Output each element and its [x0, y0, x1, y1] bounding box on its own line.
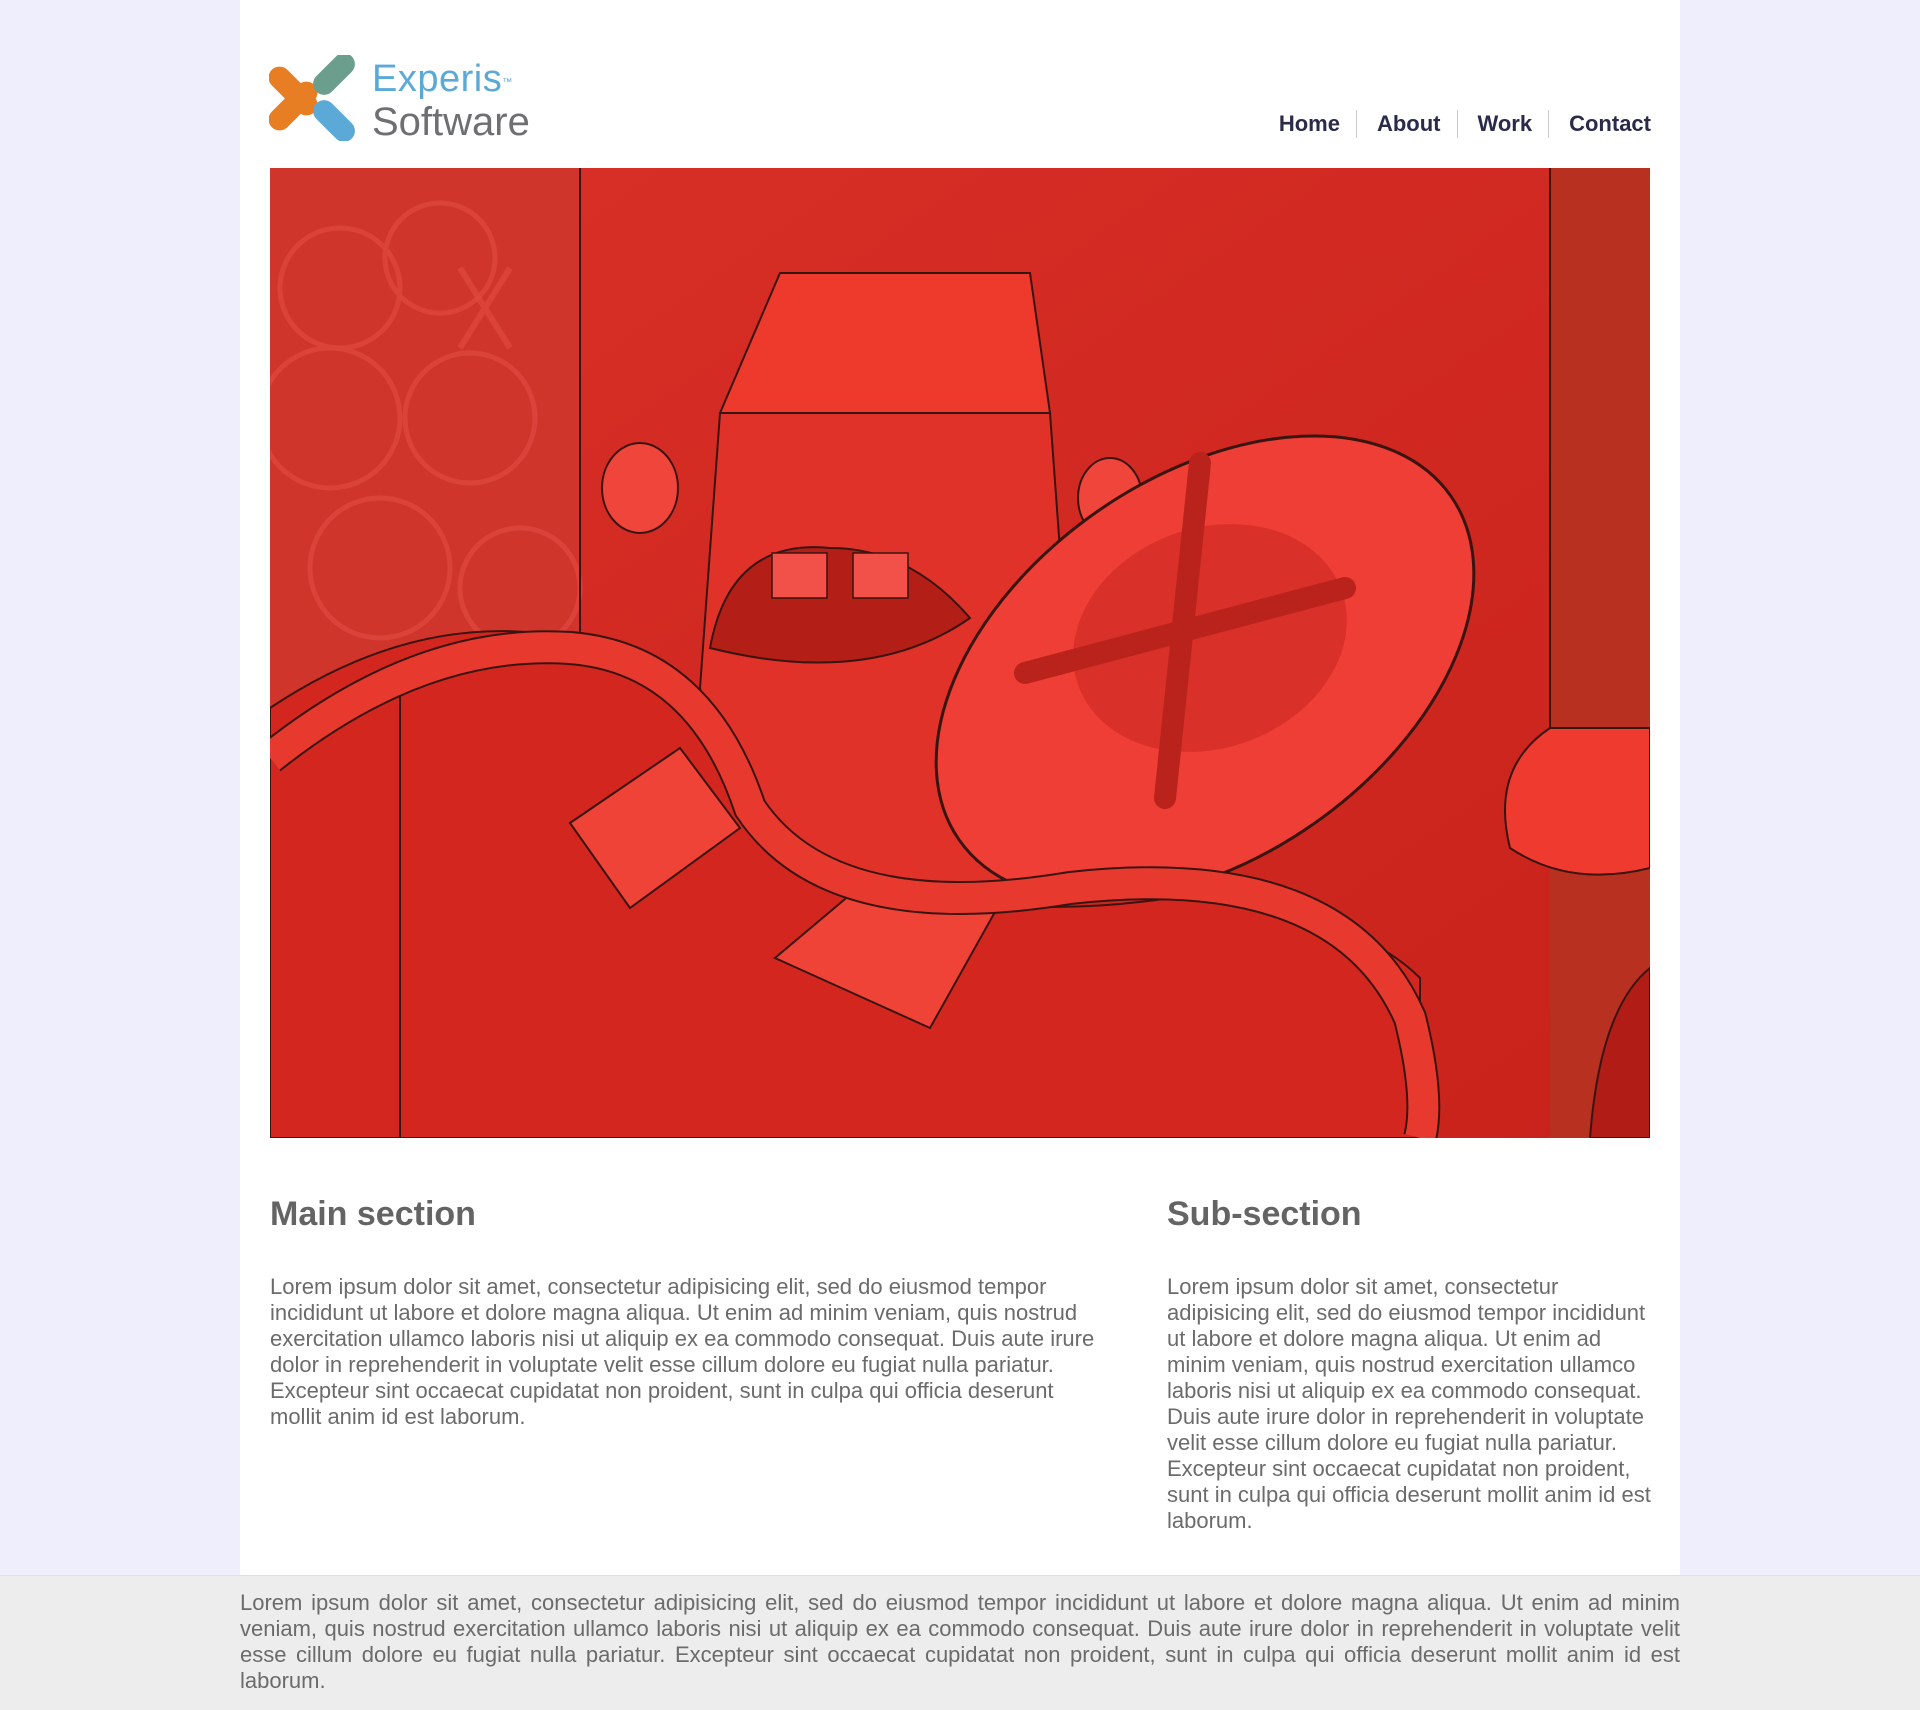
brand-logo[interactable]: Experis™ Software: [269, 55, 569, 145]
brand-name-line2: Software: [372, 100, 530, 144]
main-section: Main section Lorem ipsum dolor sit amet,…: [270, 1190, 1110, 1430]
nav-home[interactable]: Home: [1279, 110, 1356, 138]
footer-text: Lorem ipsum dolor sit amet, consectetur …: [240, 1590, 1680, 1693]
sub-section-heading: Sub-section: [1167, 1195, 1362, 1233]
page-footer: Lorem ipsum dolor sit amet, consectetur …: [0, 1575, 1920, 1710]
sub-section: Sub-section Lorem ipsum dolor sit amet, …: [1167, 1190, 1657, 1534]
main-section-text: Lorem ipsum dolor sit amet, consectetur …: [270, 1274, 1095, 1429]
main-nav: Home About Work Contact: [1279, 110, 1651, 138]
main-section-heading: Main section: [270, 1195, 476, 1233]
nav-contact[interactable]: Contact: [1548, 110, 1651, 138]
hero-illustration: [270, 168, 1650, 1138]
page-container: Experis™ Software Home About Work Contac…: [240, 0, 1680, 1575]
nav-work[interactable]: Work: [1456, 110, 1549, 138]
brand-name-line1: Experis™: [372, 58, 513, 100]
trademark-symbol: ™: [502, 77, 513, 88]
hero-image: [270, 168, 1650, 1138]
sub-section-text: Lorem ipsum dolor sit amet, consectetur …: [1167, 1274, 1651, 1533]
experis-x-logo-icon: [269, 55, 355, 141]
nav-about[interactable]: About: [1355, 110, 1457, 138]
